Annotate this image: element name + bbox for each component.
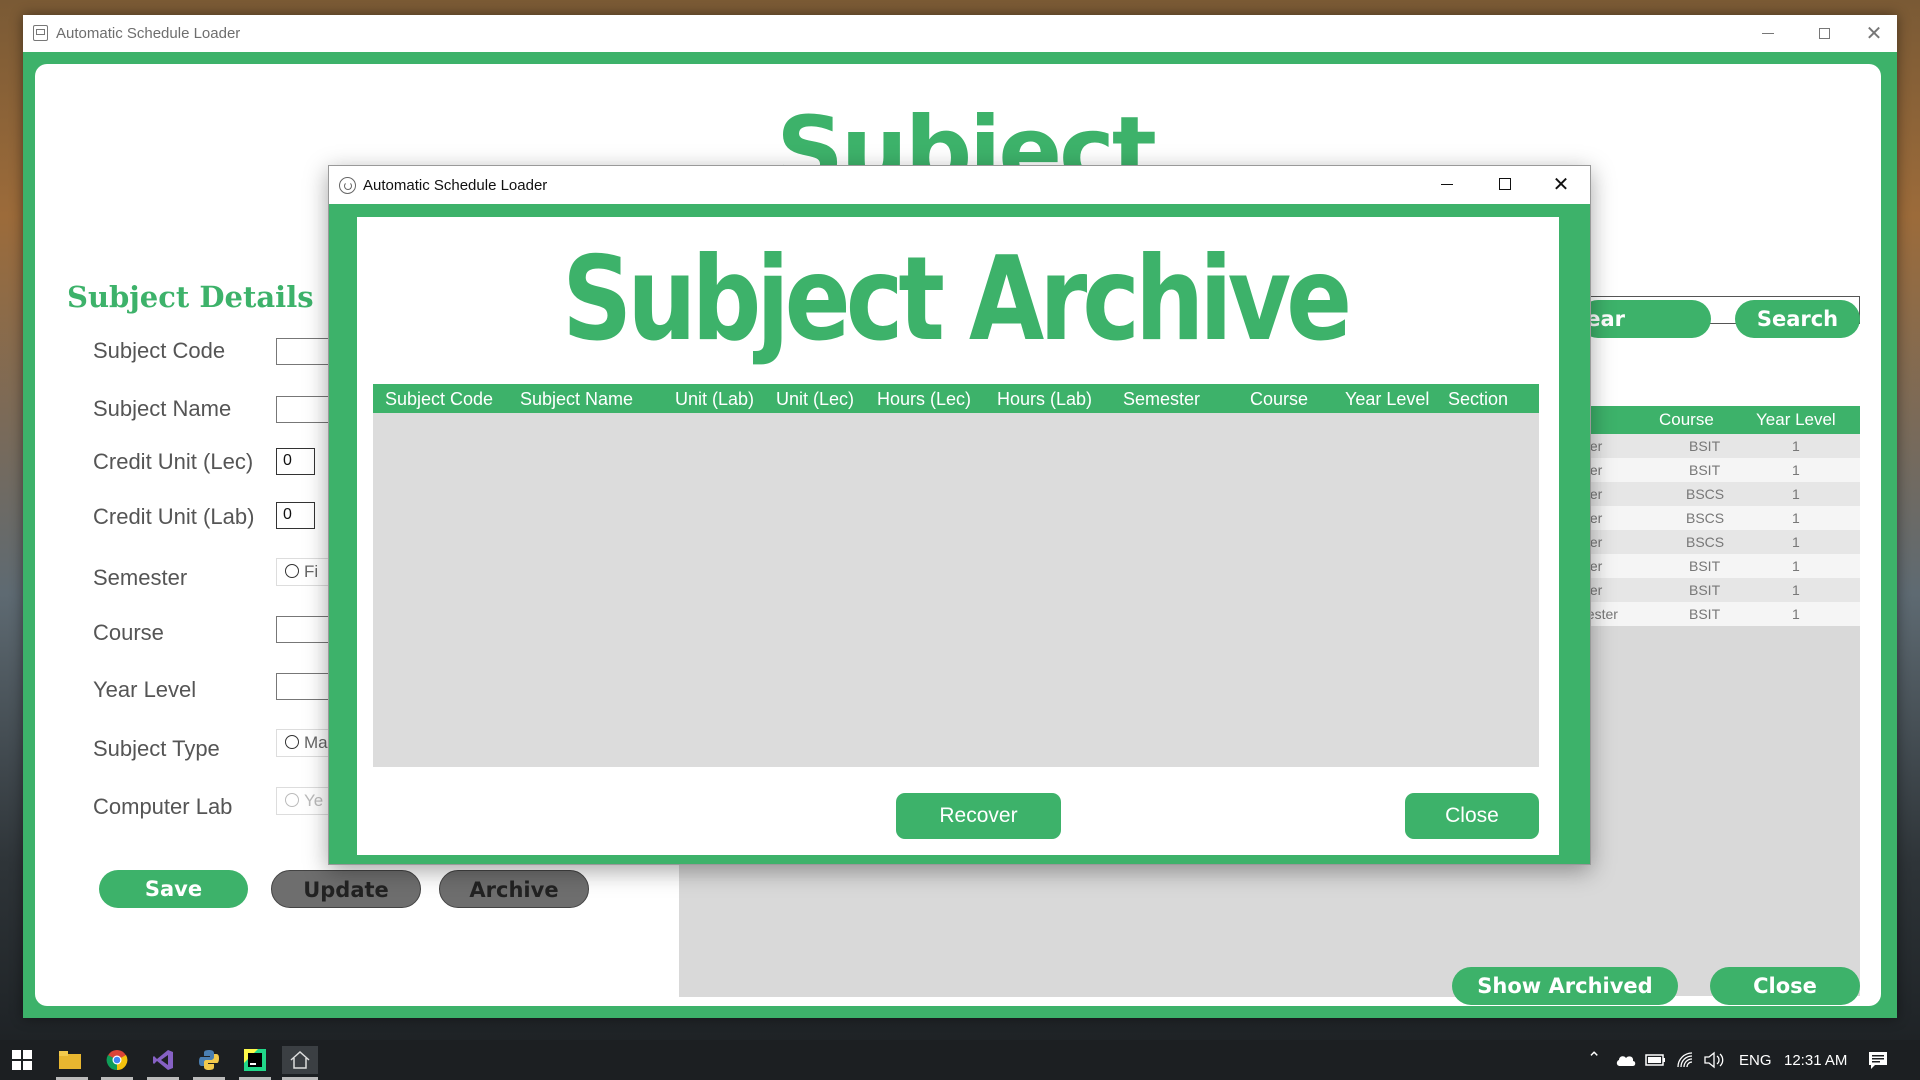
close-icon: ✕ [1865, 22, 1883, 45]
table-row[interactable]: sterBSIT1 [1579, 458, 1860, 482]
subjects-table-area [679, 864, 1589, 997]
maximize-button[interactable] [1801, 19, 1847, 47]
subject-archive-dialog: Automatic Schedule Loader ✕ Subject Arch… [328, 165, 1591, 865]
table-row[interactable]: sterBSCS1 [1579, 530, 1860, 554]
table-row[interactable]: nester BSIT 1 [1579, 602, 1860, 626]
year-level-label: Year Level [93, 677, 197, 702]
recover-button[interactable]: Recover [896, 793, 1061, 839]
computer-lab-radio[interactable]: Ye [276, 787, 336, 815]
minimize-icon [1762, 32, 1774, 34]
chrome-icon [106, 1050, 128, 1071]
table-row[interactable]: sterBSIT1 [1579, 554, 1860, 578]
dialog-titlebar[interactable]: Automatic Schedule Loader ✕ [329, 166, 1590, 204]
maximize-icon [1499, 178, 1511, 190]
column-header[interactable]: Course [1250, 389, 1308, 410]
chevron-up-icon[interactable]: ⌃ [1587, 1049, 1601, 1069]
radio-icon [285, 793, 299, 807]
table-row[interactable]: sterBSIT1 [1579, 434, 1860, 458]
close-icon: ✕ [1552, 173, 1570, 196]
chrome-taskbar-button[interactable] [103, 1046, 131, 1074]
archive-table-header: Subject Code Subject Name Unit (Lab) Uni… [373, 384, 1539, 413]
year-level-select[interactable] [276, 673, 336, 700]
pycharm-taskbar-button[interactable] [241, 1046, 269, 1074]
credit-unit-lec-label: Credit Unit (Lec) [93, 449, 254, 474]
language-indicator[interactable]: ENG [1739, 1052, 1772, 1069]
subject-code-input[interactable] [276, 338, 336, 365]
wifi-icon[interactable] [1676, 1051, 1696, 1069]
visual-studio-taskbar-button[interactable] [149, 1046, 177, 1074]
app-icon [339, 177, 356, 194]
app-home-taskbar-button[interactable] [282, 1046, 318, 1074]
column-header[interactable]: Unit (Lab) [675, 389, 754, 410]
semester-radio[interactable]: Fi [276, 558, 336, 586]
app-book-icon [33, 25, 48, 41]
visual-studio-icon [153, 1050, 173, 1070]
column-header[interactable]: Subject Code [385, 389, 493, 410]
semester-label: Semester [93, 565, 188, 590]
column-header[interactable]: Semester [1123, 389, 1200, 410]
notifications-icon[interactable] [1868, 1050, 1888, 1070]
subject-name-input[interactable] [276, 396, 336, 423]
archive-button[interactable]: Archive [439, 870, 589, 908]
course-select[interactable] [276, 616, 336, 643]
table-header: r Course Year Level [1579, 406, 1860, 434]
column-header[interactable]: Unit (Lec) [776, 389, 854, 410]
archive-panel: Subject Archive Subject Code Subject Nam… [357, 217, 1559, 855]
update-button[interactable]: Update [271, 870, 421, 908]
onedrive-icon[interactable] [1615, 1053, 1637, 1067]
subject-code-label: Subject Code [93, 338, 226, 363]
subjects-table: r Course Year Level sterBSIT1 sterBSIT1 … [1579, 406, 1860, 996]
folder-icon [59, 1051, 81, 1069]
subject-details-heading: Subject Details [67, 280, 314, 314]
dialog-maximize-button[interactable] [1482, 170, 1528, 198]
course-label: Course [93, 620, 164, 645]
taskbar: ⌃ ENG 12:31 AM [0, 1040, 1920, 1080]
dialog-close-button[interactable]: Close [1405, 793, 1539, 839]
close-window-button[interactable]: ✕ [1851, 19, 1897, 47]
python-icon [199, 1050, 219, 1070]
minimize-button[interactable] [1745, 19, 1791, 47]
clear-button[interactable]: lear [1579, 300, 1711, 338]
dialog-title: Automatic Schedule Loader [363, 177, 548, 194]
column-header[interactable]: Hours (Lab) [997, 389, 1092, 410]
archive-title: Subject Archive [562, 232, 1352, 367]
volume-icon[interactable] [1703, 1051, 1725, 1069]
file-explorer-taskbar-button[interactable] [56, 1046, 84, 1074]
credit-unit-lab-input[interactable]: 0 [276, 502, 315, 529]
subject-type-radio[interactable]: Ma [276, 729, 336, 757]
battery-icon[interactable] [1645, 1053, 1667, 1067]
close-button[interactable]: Close [1710, 967, 1860, 1005]
main-window-title: Automatic Schedule Loader [56, 25, 241, 42]
home-icon [290, 1051, 310, 1069]
dialog-minimize-button[interactable] [1424, 170, 1470, 198]
column-header[interactable]: Year Level [1345, 389, 1429, 410]
maximize-icon [1818, 27, 1830, 39]
column-header[interactable]: Section [1448, 389, 1508, 410]
search-button[interactable]: Search [1735, 300, 1860, 338]
main-titlebar[interactable]: Automatic Schedule Loader ✕ [23, 15, 1897, 52]
computer-lab-label: Computer Lab [93, 794, 233, 819]
credit-unit-lab-label: Credit Unit (Lab) [93, 504, 255, 529]
table-row[interactable]: sterBSCS1 [1579, 506, 1860, 530]
pycharm-icon [244, 1049, 266, 1071]
credit-unit-lec-input[interactable]: 0 [276, 448, 315, 475]
column-header[interactable]: Hours (Lec) [877, 389, 971, 410]
subject-name-label: Subject Name [93, 396, 232, 421]
windows-icon [12, 1050, 32, 1070]
archive-table[interactable]: Subject Code Subject Name Unit (Lab) Uni… [373, 384, 1539, 767]
start-button[interactable] [8, 1046, 36, 1074]
python-taskbar-button[interactable] [195, 1046, 223, 1074]
show-archived-button[interactable]: Show Archived [1452, 967, 1678, 1005]
table-row[interactable]: sterBSCS1 [1579, 482, 1860, 506]
radio-icon [285, 735, 299, 749]
table-row[interactable]: sterBSIT1 [1579, 578, 1860, 602]
radio-icon [285, 564, 299, 578]
dialog-close-window-button[interactable]: ✕ [1538, 170, 1584, 198]
minimize-icon [1441, 183, 1453, 185]
save-button[interactable]: Save [99, 870, 248, 908]
column-header[interactable]: Subject Name [520, 389, 633, 410]
subject-type-label: Subject Type [93, 736, 220, 761]
clock[interactable]: 12:31 AM [1784, 1052, 1847, 1069]
